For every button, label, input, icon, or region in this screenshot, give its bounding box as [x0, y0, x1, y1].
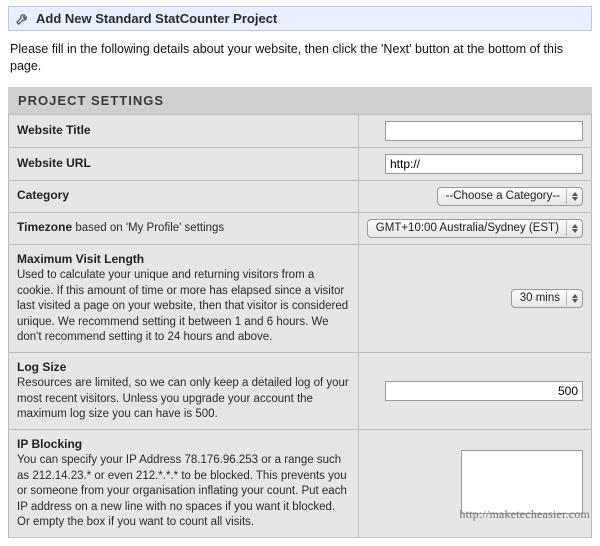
timezone-select[interactable]: GMT+10:00 Australia/Sydney (EST): [367, 219, 583, 238]
log-size-desc: Resources are limited, so we can only ke…: [17, 376, 350, 423]
max-visit-desc: Used to calculate your unique and return…: [17, 268, 350, 346]
row-log-size: Log Size Resources are limited, so we ca…: [9, 352, 592, 429]
category-selected: --Choose a Category--: [446, 189, 560, 204]
max-visit-selected: 30 mins: [520, 291, 560, 306]
log-size-label: Log Size: [17, 360, 66, 374]
chevron-updown-icon: [566, 291, 578, 306]
section-header: PROJECT SETTINGS: [8, 87, 592, 114]
settings-table: Website Title Website URL Category --Cho…: [8, 114, 592, 538]
intro-text: Please fill in the following details abo…: [10, 41, 590, 75]
category-label: Category: [17, 188, 69, 202]
ip-blocking-label: IP Blocking: [17, 437, 82, 451]
timezone-label-suffix: based on 'My Profile' settings: [72, 222, 224, 234]
row-timezone: Timezone based on 'My Profile' settings …: [9, 212, 592, 244]
row-max-visit: Maximum Visit Length Used to calculate y…: [9, 244, 592, 352]
row-website-title: Website Title: [9, 114, 592, 147]
website-title-input[interactable]: [385, 121, 583, 141]
row-category: Category --Choose a Category--: [9, 180, 592, 212]
max-visit-label: Maximum Visit Length: [17, 252, 144, 266]
page-title: Add New Standard StatCounter Project: [36, 11, 277, 26]
website-title-label: Website Title: [17, 123, 91, 137]
website-url-input[interactable]: [385, 154, 583, 174]
wrench-icon: [15, 11, 30, 26]
ip-blocking-textarea[interactable]: [461, 450, 583, 514]
footer-url: http://maketecheasier.com: [459, 507, 590, 522]
chevron-updown-icon: [566, 189, 578, 204]
row-website-url: Website URL: [9, 147, 592, 180]
chevron-updown-icon: [566, 221, 578, 236]
page-header: Add New Standard StatCounter Project: [8, 6, 592, 31]
max-visit-select[interactable]: 30 mins: [511, 289, 583, 308]
category-select[interactable]: --Choose a Category--: [437, 187, 583, 206]
timezone-selected: GMT+10:00 Australia/Sydney (EST): [376, 221, 559, 236]
ip-blocking-desc: You can specify your IP Address 78.176.9…: [17, 453, 350, 531]
website-url-label: Website URL: [17, 156, 91, 170]
timezone-label-prefix: Timezone: [17, 220, 72, 234]
log-size-input[interactable]: [385, 381, 583, 401]
